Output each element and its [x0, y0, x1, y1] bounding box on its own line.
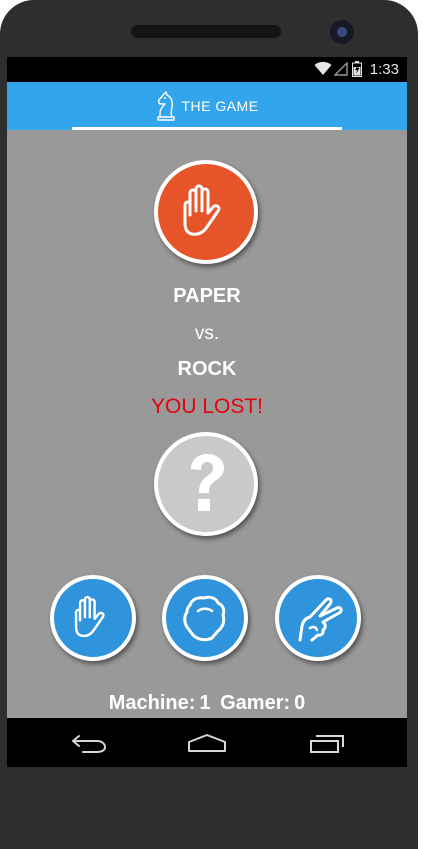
scissors-choice-button[interactable]: [275, 575, 361, 661]
hand-paper-icon: [74, 595, 105, 638]
hand-scissors-icon: [298, 597, 343, 642]
back-button[interactable]: [59, 728, 119, 758]
fist-rock-icon: [183, 595, 226, 642]
gamer-choice-button: [154, 432, 258, 536]
status-bar: 1:33: [7, 57, 407, 82]
hand-paper-icon: [183, 184, 221, 236]
action-bar: THE GAME: [7, 82, 407, 130]
home-button[interactable]: [177, 728, 237, 758]
battery-icon: [352, 61, 362, 77]
navigation-bar: [7, 718, 407, 767]
machine-score-label: Machine:: [108, 692, 196, 714]
back-icon: [72, 735, 106, 753]
camera-lens: [337, 27, 347, 37]
machine-choice-button: [154, 160, 258, 264]
result-label: YOU LOST!: [150, 395, 264, 418]
recent-apps-icon: [310, 735, 344, 753]
phone-frame: 1:33 THE GAME PAPER vs. ROCK YOU LOST! M…: [0, 0, 418, 849]
tab-label: THE GAME: [181, 98, 259, 114]
machine-score-value: 1: [199, 692, 211, 714]
rock-choice-button[interactable]: [162, 575, 248, 661]
paper-choice-button[interactable]: [50, 575, 136, 661]
gamer-choice-label: ROCK: [177, 358, 237, 380]
tab-indicator: [72, 127, 342, 130]
signal-icon: [334, 62, 348, 76]
device-screen: 1:33 THE GAME PAPER vs. ROCK YOU LOST! M…: [7, 57, 407, 767]
gamer-score-label: Gamer:: [220, 692, 291, 714]
wifi-icon: [314, 61, 332, 75]
knight-icon: [157, 91, 176, 121]
score-display: Machine: 1 Gamer: 0: [7, 692, 407, 715]
question-mark-icon: [191, 454, 224, 511]
tab-the-game[interactable]: THE GAME: [7, 82, 407, 130]
home-icon: [188, 734, 226, 752]
recent-apps-button[interactable]: [297, 728, 357, 758]
status-time: 1:33: [369, 61, 399, 78]
gamer-score-value: 0: [294, 692, 306, 714]
front-camera: [330, 20, 354, 44]
speaker-grille: [131, 25, 281, 38]
machine-choice-label: PAPER: [173, 285, 241, 307]
vs-label: vs.: [194, 323, 220, 344]
